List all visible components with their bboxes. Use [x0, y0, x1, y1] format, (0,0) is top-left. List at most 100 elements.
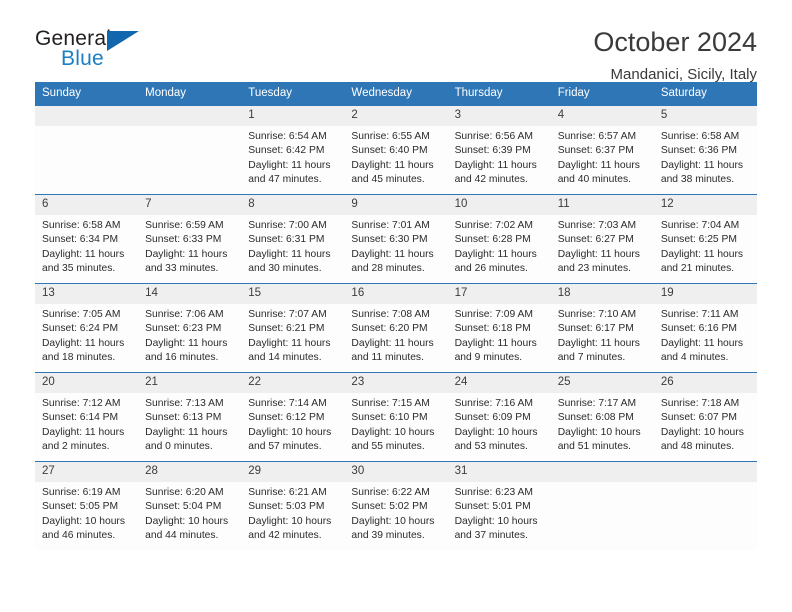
day-details: Sunrise: 6:58 AM Sunset: 6:34 PM Daylight:…: [35, 215, 138, 276]
daylight-text-line1: Daylight: 11 hours: [660, 337, 744, 349]
day-number: 21: [138, 373, 242, 394]
day-details: Sunrise: 7:17 AM Sunset: 6:08 PM Daylight:…: [551, 393, 654, 454]
sunset-text: Sunset: 6:33 PM: [145, 234, 222, 246]
day-number: 17: [447, 284, 551, 305]
calendar-day-cell[interactable]: 21 Sunrise: 7:13 AM Sunset: 6:13 PM Dayligh…: [138, 372, 242, 462]
day-details: Sunrise: 6:59 AM Sunset: 6:33 PM Daylight:…: [138, 215, 241, 276]
day-number: 4: [550, 106, 654, 127]
calendar-day-cell[interactable]: 8 Sunrise: 7:00 AM Sunset: 6:31 PM Daylight…: [241, 194, 345, 284]
daylight-text-line2: and 48 minutes.: [660, 440, 735, 452]
calendar-day-cell[interactable]: 31 Sunrise: 6:23 AM Sunset: 5:01 PM Dayligh…: [447, 461, 551, 550]
calendar-day-cell[interactable]: 12 Sunrise: 7:04 AM Sunset: 6:25 PM Dayligh…: [653, 194, 757, 284]
calendar-day-cell[interactable]: 4 Sunrise: 6:57 AM Sunset: 6:37 PM Daylight…: [550, 105, 654, 195]
sunrise-text: Sunrise: 6:54 AM: [248, 131, 327, 143]
calendar-day-cell[interactable]: 23 Sunrise: 7:15 AM Sunset: 6:10 PM Dayligh…: [344, 372, 448, 462]
daylight-text-line2: and 7 minutes.: [557, 351, 626, 363]
calendar-day-cell[interactable]: 28 Sunrise: 6:20 AM Sunset: 5:04 PM Dayligh…: [138, 461, 242, 550]
daylight-text-line1: Daylight: 11 hours: [145, 426, 228, 438]
sunset-text: Sunset: 6:42 PM: [248, 145, 325, 157]
sunset-text: Sunset: 6:10 PM: [351, 412, 428, 424]
calendar-week-row: 13 Sunrise: 7:05 AM Sunset: 6:24 PM Dayligh…: [35, 283, 757, 373]
daylight-text-line2: and 40 minutes.: [557, 173, 631, 185]
weekday-header-wednesday: Wednesday: [344, 82, 448, 106]
sunset-text: Sunset: 6:14 PM: [42, 412, 119, 424]
weekday-header-tuesday: Tuesday: [241, 82, 345, 106]
sunrise-text: Sunrise: 6:21 AM: [248, 487, 327, 499]
calendar-week-row: 27 Sunrise: 6:19 AM Sunset: 5:05 PM Dayligh…: [35, 461, 757, 550]
daylight-text-line1: Daylight: 11 hours: [660, 159, 744, 171]
day-details: Sunrise: 6:56 AM Sunset: 6:39 PM Daylight:…: [448, 126, 551, 187]
calendar-day-cell[interactable]: 25 Sunrise: 7:17 AM Sunset: 6:08 PM Dayligh…: [550, 372, 654, 462]
sunset-text: Sunset: 6:20 PM: [351, 323, 428, 335]
calendar-day-cell[interactable]: 27 Sunrise: 6:19 AM Sunset: 5:05 PM Dayligh…: [35, 461, 139, 550]
calendar-day-cell[interactable]: 15 Sunrise: 7:07 AM Sunset: 6:21 PM Dayligh…: [241, 283, 345, 373]
calendar-day-cell[interactable]: 9 Sunrise: 7:01 AM Sunset: 6:30 PM Daylight…: [344, 194, 448, 284]
day-details: Sunrise: 6:23 AM Sunset: 5:01 PM Daylight:…: [448, 482, 551, 543]
daylight-text-line2: and 26 minutes.: [454, 262, 528, 274]
calendar-day-cell[interactable]: 1 Sunrise: 6:54 AM Sunset: 6:42 PM Daylight…: [241, 105, 345, 195]
page-header: General Blue October 2024 Mandanici, Sic…: [35, 0, 757, 82]
daylight-text-line2: and 18 minutes.: [42, 351, 116, 363]
daylight-text-line2: and 28 minutes.: [351, 262, 425, 274]
sunrise-text: Sunrise: 7:01 AM: [351, 220, 430, 232]
daylight-text-line2: and 47 minutes.: [248, 173, 322, 185]
day-number: 27: [35, 462, 139, 483]
daylight-text-line1: Daylight: 11 hours: [145, 337, 228, 349]
calendar-day-cell[interactable]: 24 Sunrise: 7:16 AM Sunset: 6:09 PM Dayligh…: [447, 372, 551, 462]
calendar-day-cell[interactable]: 5 Sunrise: 6:58 AM Sunset: 6:36 PM Daylight…: [653, 105, 757, 195]
sunrise-text: Sunrise: 7:11 AM: [660, 309, 739, 321]
day-details: Sunrise: 7:15 AM Sunset: 6:10 PM Daylight:…: [344, 393, 447, 454]
calendar-day-cell[interactable]: 7 Sunrise: 6:59 AM Sunset: 6:33 PM Daylight…: [138, 194, 242, 284]
sunrise-text: Sunrise: 6:58 AM: [660, 131, 740, 143]
sunrise-text: Sunrise: 6:57 AM: [557, 131, 637, 143]
day-details: Sunrise: 7:16 AM Sunset: 6:09 PM Daylight:…: [448, 393, 551, 454]
calendar-day-cell[interactable]: 19 Sunrise: 7:11 AM Sunset: 6:16 PM Dayligh…: [653, 283, 757, 373]
sunset-text: Sunset: 6:34 PM: [42, 234, 119, 246]
page-title: October 2024: [593, 27, 757, 57]
calendar-day-cell[interactable]: 3 Sunrise: 6:56 AM Sunset: 6:39 PM Daylight…: [447, 105, 551, 195]
sunrise-text: Sunrise: 6:20 AM: [145, 487, 224, 499]
day-number: 20: [35, 373, 139, 394]
sunset-text: Sunset: 6:07 PM: [660, 412, 737, 424]
calendar-day-cell[interactable]: 13 Sunrise: 7:05 AM Sunset: 6:24 PM Dayligh…: [35, 283, 139, 373]
day-details: Sunrise: 7:08 AM Sunset: 6:20 PM Daylight:…: [344, 304, 447, 365]
daylight-text-line2: and 0 minutes.: [145, 440, 213, 452]
brand-logo: General Blue: [35, 28, 155, 74]
day-number: 29: [241, 462, 345, 483]
calendar-day-cell[interactable]: 17 Sunrise: 7:09 AM Sunset: 6:18 PM Dayligh…: [447, 283, 551, 373]
day-details: Sunrise: 7:02 AM Sunset: 6:28 PM Daylight:…: [448, 215, 551, 276]
calendar-cell-empty: [138, 105, 242, 195]
daylight-text-line1: Daylight: 11 hours: [42, 337, 125, 349]
day-number: 23: [344, 373, 448, 394]
calendar-day-cell[interactable]: 6 Sunrise: 6:58 AM Sunset: 6:34 PM Daylight…: [35, 194, 139, 284]
title-block: October 2024 Mandanici, Sicily, Italy: [593, 27, 757, 83]
calendar-day-cell[interactable]: 20 Sunrise: 7:12 AM Sunset: 6:14 PM Dayligh…: [35, 372, 139, 462]
sunset-text: Sunset: 6:27 PM: [557, 234, 634, 246]
day-details: Sunrise: 7:04 AM Sunset: 6:25 PM Daylight:…: [654, 215, 757, 276]
day-number: 24: [447, 373, 551, 394]
daylight-text-line1: Daylight: 11 hours: [454, 248, 537, 260]
calendar-day-cell[interactable]: 30 Sunrise: 6:22 AM Sunset: 5:02 PM Dayligh…: [344, 461, 448, 550]
calendar-day-cell[interactable]: 22 Sunrise: 7:14 AM Sunset: 6:12 PM Dayligh…: [241, 372, 345, 462]
day-details: Sunrise: 6:54 AM Sunset: 6:42 PM Daylight:…: [241, 126, 344, 187]
sunrise-text: Sunrise: 7:10 AM: [557, 309, 637, 321]
daylight-text-line2: and 55 minutes.: [351, 440, 425, 452]
calendar-day-cell[interactable]: 2 Sunrise: 6:55 AM Sunset: 6:40 PM Daylight…: [344, 105, 448, 195]
calendar-day-cell[interactable]: 14 Sunrise: 7:06 AM Sunset: 6:23 PM Dayligh…: [138, 283, 242, 373]
day-details: Sunrise: 7:03 AM Sunset: 6:27 PM Daylight:…: [551, 215, 654, 276]
calendar-day-cell[interactable]: 29 Sunrise: 6:21 AM Sunset: 5:03 PM Dayligh…: [241, 461, 345, 550]
sunset-text: Sunset: 6:17 PM: [557, 323, 634, 335]
day-number: 3: [447, 106, 551, 127]
day-details: Sunrise: 7:07 AM Sunset: 6:21 PM Daylight:…: [241, 304, 344, 365]
sunrise-text: Sunrise: 7:04 AM: [660, 220, 740, 232]
calendar-day-cell[interactable]: 10 Sunrise: 7:02 AM Sunset: 6:28 PM Dayligh…: [447, 194, 551, 284]
calendar-day-cell[interactable]: 26 Sunrise: 7:18 AM Sunset: 6:07 PM Dayligh…: [653, 372, 757, 462]
calendar-day-cell[interactable]: 16 Sunrise: 7:08 AM Sunset: 6:20 PM Dayligh…: [344, 283, 448, 373]
day-details: Sunrise: 6:22 AM Sunset: 5:02 PM Daylight:…: [344, 482, 447, 543]
sunset-text: Sunset: 6:23 PM: [145, 323, 222, 335]
calendar-day-cell[interactable]: 11 Sunrise: 7:03 AM Sunset: 6:27 PM Dayligh…: [550, 194, 654, 284]
calendar-day-cell[interactable]: 18 Sunrise: 7:10 AM Sunset: 6:17 PM Dayligh…: [550, 283, 654, 373]
day-number: 12: [653, 195, 757, 216]
daylight-text-line1: Daylight: 11 hours: [42, 248, 125, 260]
day-details: Sunrise: 6:20 AM Sunset: 5:04 PM Daylight:…: [138, 482, 241, 543]
